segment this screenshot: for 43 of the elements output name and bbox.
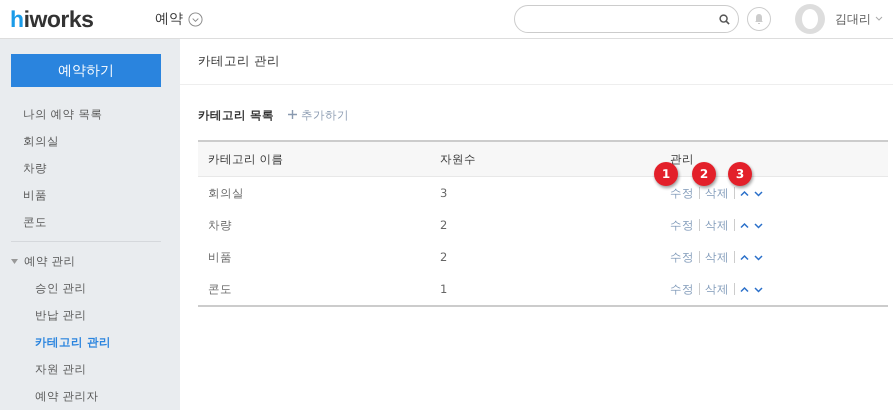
chevron-icon <box>188 12 203 26</box>
move-up-button[interactable] <box>740 188 749 198</box>
sidebar-item[interactable]: 차량 <box>11 155 180 182</box>
page-title: 카테고리 관리 <box>180 39 893 85</box>
user-menu[interactable]: 김대리 <box>835 10 883 28</box>
table-cell-text: 1 <box>440 282 448 296</box>
sidebar-item[interactable]: 콘도 <box>11 209 180 236</box>
sidebar-group[interactable]: 예약 관리 <box>11 248 180 275</box>
group-label: 예약 관리 <box>24 254 76 269</box>
sidebar-item[interactable]: 예약 관리자 <box>11 383 180 410</box>
table-cell-text: 차량 <box>208 218 233 232</box>
sidebar-item[interactable]: 회의실 <box>11 128 180 155</box>
reserve-button[interactable]: 예약하기 <box>11 54 161 87</box>
app-menu[interactable]: 예약 <box>155 10 203 28</box>
sidebar-item[interactable]: 반납 관리 <box>11 302 180 329</box>
sidebar-item[interactable]: 카테고리 관리 <box>11 329 180 356</box>
table-cell-text: 비품 <box>208 250 233 264</box>
table-cell-text: 3 <box>440 186 448 200</box>
caret-icon <box>875 16 883 22</box>
table-cell-text: 콘도 <box>208 282 233 296</box>
move-up-button[interactable] <box>740 252 749 262</box>
table-cell-text: 2 <box>440 218 448 232</box>
move-down-button[interactable] <box>754 220 763 230</box>
bell-icon <box>753 13 765 25</box>
move-down-button[interactable] <box>754 188 763 198</box>
caret-icon <box>11 259 18 264</box>
sidebar-item[interactable]: 승인 관리 <box>11 275 180 302</box>
move-down-button[interactable] <box>754 284 763 294</box>
search-field[interactable] <box>514 5 739 33</box>
logo[interactable]: hiworks <box>10 6 155 32</box>
sidebar-item[interactable]: 자원 관리 <box>11 356 180 383</box>
move-up-button[interactable] <box>740 284 749 294</box>
column-header: 자원수 <box>440 152 477 166</box>
table-cell-text: 회의실 <box>208 186 245 200</box>
section-title: 카테고리 목록 <box>198 108 274 122</box>
plus-icon <box>288 110 298 118</box>
search-icon <box>719 14 730 24</box>
move-down-button[interactable] <box>754 252 763 262</box>
sidebar-item[interactable]: 비품 <box>11 182 180 209</box>
column-header: 카테고리 이름 <box>208 152 285 166</box>
sidebar-item[interactable]: 나의 예약 목록 <box>11 101 180 128</box>
table-cell-text: 2 <box>440 250 448 264</box>
move-up-button[interactable] <box>740 220 749 230</box>
